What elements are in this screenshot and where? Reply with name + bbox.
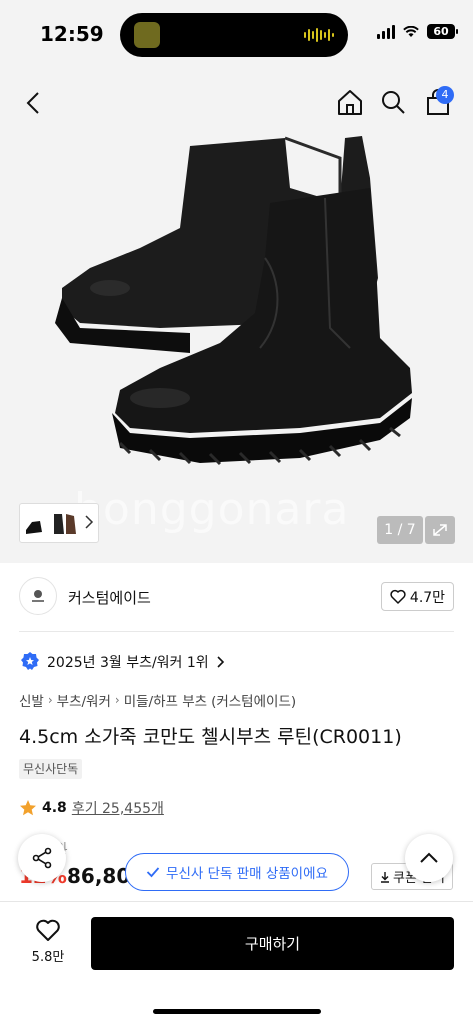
ribbon-icon [21, 652, 39, 670]
breadcrumb: 신발 › 부츠/워커 › 미들/하프 부츠 (커스텀에이드) [19, 690, 296, 710]
now-playing-app-icon [134, 22, 160, 48]
download-icon [381, 871, 389, 883]
breadcrumb-item[interactable]: 신발 [19, 690, 44, 710]
rating-row[interactable]: 4.8 후기 25,455개 [19, 798, 164, 818]
status-bar: 12:59 60 [0, 0, 473, 70]
home-icon[interactable] [336, 88, 364, 116]
brand-like-count: 4.7만 [409, 589, 446, 606]
ranking-text: 2025년 3월 부츠/워커 1위 [47, 655, 209, 671]
heart-icon [390, 589, 406, 604]
breadcrumb-item[interactable]: (커스텀에이드) [211, 690, 296, 710]
wishlist-count: 5.8만 [31, 950, 65, 965]
exclusive-toast: 무신사 단독 판매 상품이에요 [125, 853, 349, 891]
brand-emblem-icon [32, 590, 44, 602]
share-icon [32, 847, 52, 869]
heart-icon [36, 919, 60, 941]
arrow-up-icon [420, 852, 438, 863]
audio-wave-icon [304, 27, 334, 43]
chevron-right-icon: › [47, 693, 53, 707]
breadcrumb-item[interactable]: 부츠/워커 [57, 690, 111, 710]
signal-icon [377, 24, 395, 39]
brand-like-button[interactable]: 4.7만 [381, 582, 454, 611]
dynamic-island [120, 13, 348, 57]
chevron-right-icon[interactable] [84, 514, 94, 530]
product-title: 4.5cm 소가죽 코만도 첼시부츠 루틴(CR0011) [19, 726, 402, 748]
product-gallery[interactable]: 4 bonggonara 1 / 7 [0, 70, 473, 563]
share-button[interactable] [18, 834, 66, 882]
scroll-top-button[interactable] [405, 834, 453, 882]
expand-icon [433, 524, 447, 536]
image-counter: 1 / 7 [377, 516, 423, 544]
sale-price: 86,80 [67, 864, 131, 888]
status-time: 12:59 [40, 22, 104, 46]
star-icon [20, 800, 36, 816]
thumbnail-image[interactable] [20, 504, 80, 542]
watermark-text: bonggonara [74, 484, 350, 535]
home-indicator [153, 1009, 321, 1014]
brand-row[interactable]: 커스텀에이드 4.7만 [0, 563, 473, 631]
exclusive-badge: 무신사단독 [19, 759, 83, 779]
cart-count-badge: 4 [436, 86, 454, 104]
back-icon[interactable] [22, 90, 46, 116]
rating-score: 4.8 [42, 800, 67, 816]
wifi-icon [403, 25, 419, 37]
review-count-link[interactable]: 후기 25,455개 [72, 798, 164, 818]
bottom-action-bar: 5.8만 구매하기 [0, 901, 473, 1024]
divider [19, 631, 454, 632]
battery-indicator: 60 [427, 24, 458, 39]
breadcrumb-item[interactable]: 미들/하프 부츠 [124, 690, 207, 710]
ranking-link[interactable]: 2025년 3월 부츠/워커 1위 [19, 651, 225, 673]
brand-logo[interactable] [19, 577, 57, 615]
search-icon[interactable] [380, 89, 406, 115]
brand-name[interactable]: 커스텀에이드 [68, 587, 151, 608]
product-image[interactable] [40, 128, 430, 468]
toast-text: 무신사 단독 판매 상품이에요 [166, 866, 328, 882]
chevron-right-icon [217, 656, 224, 668]
expand-button[interactable] [425, 516, 455, 544]
buy-button[interactable]: 구매하기 [91, 917, 454, 970]
wishlist-button[interactable]: 5.8만 [20, 918, 76, 972]
check-icon [146, 867, 160, 878]
status-indicators: 60 [377, 24, 458, 39]
chevron-right-icon: › [114, 693, 120, 707]
